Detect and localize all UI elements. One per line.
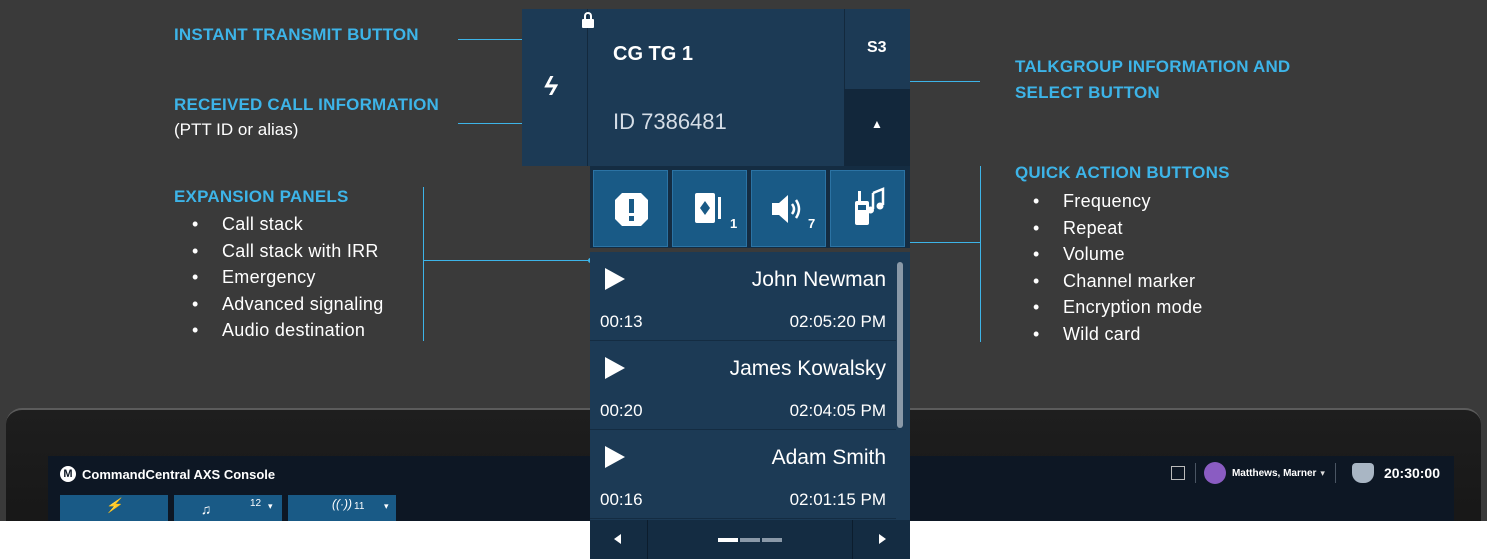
volume-button[interactable]: 7	[751, 170, 826, 247]
list-item: Wild card	[1031, 321, 1203, 348]
emergency-alert-icon	[615, 193, 648, 226]
slot-label: S3	[867, 39, 887, 56]
label-received-call: RECEIVED CALL INFORMATION	[174, 95, 440, 114]
list-item: Encryption mode	[1031, 294, 1203, 321]
expansion-panels-list: Call stack Call stack with IRR Emergency…	[190, 211, 384, 344]
play-icon[interactable]	[605, 268, 625, 290]
audio-destination-button[interactable]	[830, 170, 905, 247]
call-stack-count: 1	[730, 216, 738, 231]
tile-count: 11	[354, 501, 365, 512]
police-badge-icon	[1351, 463, 1374, 483]
divider	[1194, 463, 1196, 483]
caller-name: James Kowalsky	[729, 357, 886, 380]
call-stack-item[interactable]: James Kowalsky 00:20 02:04:05 PM	[590, 341, 896, 430]
motorola-logo-icon: M	[60, 466, 76, 482]
clock: 20:30:00	[1383, 465, 1440, 481]
call-time: 02:05:20 PM	[789, 312, 886, 331]
scrollbar[interactable]	[897, 262, 903, 428]
talkgroup-select-button[interactable]: ▲	[844, 89, 910, 166]
call-duration: 00:20	[600, 401, 643, 420]
page-indicator[interactable]	[740, 538, 760, 542]
callout-bracket	[980, 166, 981, 342]
call-stack-button[interactable]: 1	[672, 170, 747, 247]
app-title: CommandCentral AXS Console	[82, 466, 276, 482]
received-call-id: ID 7386481	[613, 109, 727, 134]
list-item: Call stack	[190, 211, 384, 238]
label-talkgroup-2: SELECT BUTTON	[1015, 83, 1160, 102]
talkgroup-name[interactable]: CG TG 1	[613, 43, 693, 66]
call-stack-panel: John Newman 00:13 02:05:20 PM James Kowa…	[590, 252, 910, 520]
call-duration: 00:16	[600, 490, 643, 509]
call-duration: 00:13	[600, 312, 643, 331]
list-item: Call stack with IRR	[190, 238, 384, 265]
slot-indicator: S3	[844, 9, 910, 89]
page-indicator[interactable]	[762, 538, 782, 542]
tile-count: 12	[250, 498, 262, 509]
call-stack-item[interactable]: John Newman 00:13 02:05:20 PM	[590, 252, 896, 341]
list-item: Emergency	[190, 264, 384, 291]
volume-icon	[772, 195, 801, 223]
avatar[interactable]	[1203, 462, 1226, 484]
bolt-icon: ⚡	[105, 497, 123, 513]
chevron-left-icon[interactable]	[614, 534, 621, 544]
lock-icon	[582, 12, 594, 28]
list-item: Audio destination	[190, 317, 384, 344]
list-item: Repeat	[1031, 215, 1203, 242]
list-item: Frequency	[1031, 188, 1203, 215]
chevron-down-icon: ▾	[384, 501, 389, 511]
console-tile-instant-transmit[interactable]: ⚡	[60, 495, 168, 521]
callout-line	[423, 260, 590, 261]
label-expansion-panels: EXPANSION PANELS	[174, 187, 349, 206]
chevron-up-icon: ▲	[871, 117, 883, 131]
divider	[1334, 463, 1336, 483]
call-stack-card-icon	[695, 193, 721, 223]
divider	[647, 520, 648, 559]
caller-name: John Newman	[751, 268, 886, 291]
list-item: Volume	[1031, 241, 1203, 268]
panel-pager	[590, 520, 910, 559]
radio-music-icon	[855, 187, 885, 225]
music-note-icon: ♫	[200, 501, 212, 517]
chevron-down-icon[interactable]: ▾	[1320, 468, 1325, 479]
chevron-down-icon: ▾	[268, 501, 273, 511]
list-item: Channel marker	[1031, 268, 1203, 295]
call-time: 02:01:15 PM	[789, 490, 886, 509]
page-indicator[interactable]	[718, 538, 738, 542]
instant-transmit-button[interactable]: ϟ	[522, 9, 594, 166]
call-stack-item[interactable]: Adam Smith 00:16 02:01:15 PM	[590, 430, 896, 519]
play-icon[interactable]	[605, 446, 625, 468]
call-time: 02:04:05 PM	[789, 401, 886, 420]
quick-actions-list: Frequency Repeat Volume Channel marker E…	[1031, 188, 1203, 347]
play-icon[interactable]	[605, 357, 625, 379]
volume-level: 7	[808, 216, 816, 231]
chevron-right-icon[interactable]	[879, 534, 886, 544]
quick-action-row: 1 7	[590, 166, 910, 248]
console-tile-signal[interactable]: ((·)) 11 ▾	[288, 495, 396, 521]
bolt-icon: ϟ	[544, 71, 558, 101]
label-received-call-sub: (PTT ID or alias)	[174, 120, 299, 139]
label-talkgroup-1: TALKGROUP INFORMATION AND	[1015, 57, 1291, 76]
list-item: Advanced signaling	[190, 291, 384, 318]
channel-widget-header: ϟ CG TG 1 ID 7386481 S3 ▲	[522, 9, 910, 166]
callout-bracket	[423, 187, 424, 341]
screen-capture-icon[interactable]	[1170, 466, 1185, 480]
divider	[852, 520, 853, 559]
console-title-bar: M CommandCentral AXS Console	[60, 466, 275, 482]
emergency-button[interactable]	[593, 170, 668, 247]
console-tile-music[interactable]: ♫ 12 ▾	[174, 495, 282, 521]
caller-name: Adam Smith	[771, 446, 886, 469]
antenna-icon: ((·))	[332, 497, 352, 511]
status-area: Matthews, Marner ▾ 20:30:00	[1170, 460, 1440, 486]
label-quick-actions: QUICK ACTION BUTTONS	[1015, 163, 1230, 182]
user-name[interactable]: Matthews, Marner	[1232, 468, 1316, 479]
label-instant-transmit: INSTANT TRANSMIT BUTTON	[174, 25, 419, 44]
